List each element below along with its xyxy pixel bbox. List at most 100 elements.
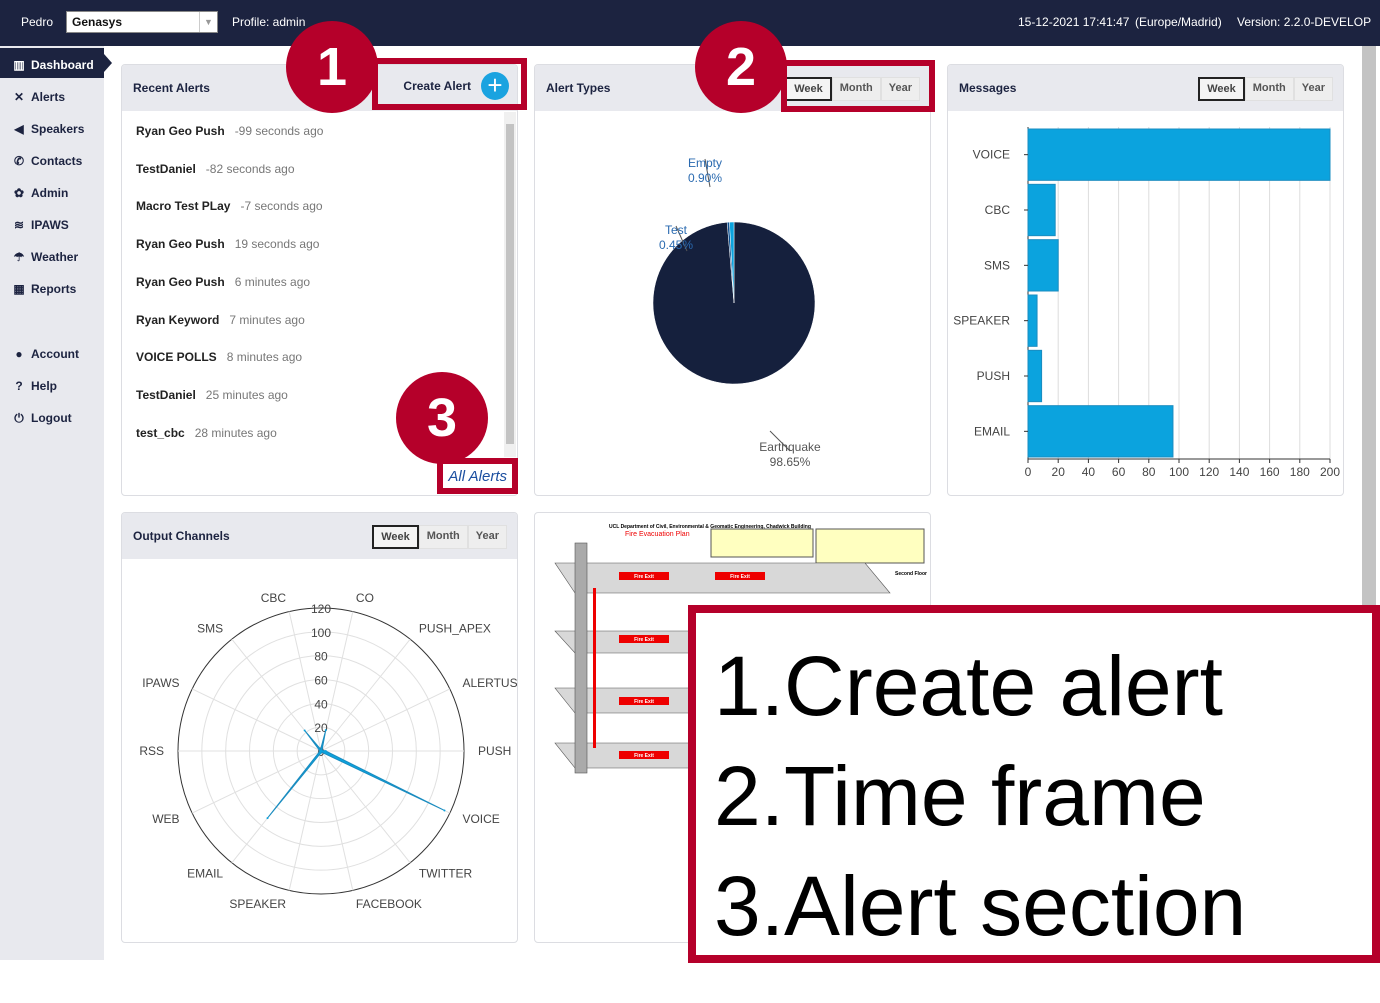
bar-chart-icon: ▥ [13,58,25,72]
help-icon: ? [15,379,23,393]
alert-list-item[interactable]: Ryan Keyword 7 minutes ago [136,313,305,327]
panel-title: Alert Types [546,81,611,95]
fire-exit-label: Fire Exit [634,699,654,705]
bar-speaker[interactable] [1027,294,1038,347]
alert-list-item[interactable]: test_cbc 28 minutes ago [136,426,277,440]
sidebar-item-label: IPAWS [31,218,69,232]
annotation-box-2 [781,60,935,112]
organization-select[interactable]: Genasys ▼ [66,11,218,33]
sidebar-item-alerts[interactable]: ✕ Alerts [0,80,104,110]
radar-spoke [191,750,322,814]
alert-time: 28 minutes ago [194,425,277,440]
radar-r-tick-label: 40 [314,697,328,711]
sidebar-item-logout[interactable]: ⏻ Logout [0,401,104,431]
sidebar-item-label: Reports [31,282,77,296]
year-button[interactable]: Year [1293,77,1333,101]
alert-time: -82 seconds ago [205,161,295,176]
radar-point-co[interactable] [324,729,327,732]
sidebar-item-contacts[interactable]: ✆ Contacts [0,144,104,174]
alert-list-item[interactable]: Macro Test PLay -7 seconds ago [136,199,323,213]
bar-cbc[interactable] [1027,183,1056,237]
profile-label: Profile: admin [232,15,306,29]
sidebar-item-dashboard[interactable]: ▥ Dashboard [0,48,112,78]
y-tick-label: CBC [985,203,1011,217]
month-button[interactable]: Month [418,525,468,549]
output-channels-radar-chart: CBC CO PUSH_APEX ALERTUS PUSH VOICE TWITTER FAC… [139,591,517,911]
week-button[interactable]: Week [1198,77,1245,101]
alert-list-item[interactable]: Ryan Geo Push -99 seconds ago [136,124,323,138]
sidebar-item-ipaws[interactable]: ≋ IPAWS [0,208,104,238]
y-tick-label: SMS [984,258,1010,272]
radar-r-tick-label: 120 [311,602,331,616]
x-tick-label: 20 [1052,465,1066,479]
sidebar-item-label: Help [31,379,58,393]
radar-point-voice[interactable] [443,809,446,812]
floorplan-subtitle: Fire Evacuation Plan [625,531,690,538]
sidebar-item-label: Logout [31,411,72,425]
umbrella-icon: ☂ [13,250,25,264]
phone-icon: ✆ [13,154,25,168]
fire-exit-label: Fire Exit [634,574,654,580]
radar-point-ipaws[interactable] [320,750,322,752]
legend-line: 1.Create alert [714,639,1223,733]
alert-time: -7 seconds ago [240,199,323,214]
power-icon: ⏻ [14,411,24,425]
radar-axis-label: FACEBOOK [356,897,422,911]
pie-label-value: 0.90% [688,171,722,185]
alert-name: VOICE POLLS [136,350,217,365]
alert-name: TestDaniel [136,387,196,402]
pie-label-value: 98.65% [770,455,811,469]
alert-list-item[interactable]: TestDaniel -82 seconds ago [136,162,295,176]
alert-name: Ryan Geo Push [136,237,225,252]
pie-label-name: Test [665,223,688,237]
bar-voice[interactable] [1027,128,1331,181]
x-tick-label: 140 [1229,465,1249,479]
year-button[interactable]: Year [467,525,507,549]
sidebar-item-label: Weather [31,250,79,264]
datetime: 15-12-2021 17:41:47 [1018,15,1130,29]
radar-point-push[interactable] [324,750,327,752]
radar-axis-label: VOICE [462,812,499,826]
bar-sms[interactable] [1027,239,1059,292]
bar-push[interactable] [1027,349,1043,403]
sidebar-item-reports[interactable]: ▦ Reports [0,272,104,302]
alerts-scrollbar[interactable] [504,112,516,457]
messages-panel: Messages Week Month Year 0 20 40 60 80 100 120 14… [947,64,1344,496]
y-tick-label: VOICE [973,148,1010,162]
gear-icon: ✿ [13,186,25,200]
sidebar: ▥ Dashboard ✕ Alerts ◀ Speakers ✆ Contacts ✿ Admi… [0,46,112,960]
alert-list-item[interactable]: VOICE POLLS 8 minutes ago [136,350,302,364]
sidebar-item-admin[interactable]: ✿ Admin [0,176,104,206]
page-scrollbar[interactable] [1362,46,1376,606]
alert-list-item[interactable]: Ryan Geo Push 6 minutes ago [136,275,310,289]
x-tick-label: 180 [1290,465,1310,479]
alert-list-item[interactable]: Ryan Geo Push 19 seconds ago [136,237,319,251]
fire-exit-label: Fire Exit [730,574,750,580]
week-button[interactable]: Week [372,525,419,549]
x-tick-label: 160 [1260,465,1280,479]
annotation-box-1 [372,58,527,110]
alert-time: 25 minutes ago [205,387,288,402]
sidebar-item-weather[interactable]: ☂ Weather [0,240,104,270]
bar-email[interactable] [1027,405,1174,458]
radar-axis-label: WEB [152,812,179,826]
alert-types-panel: Alert Types Week Month Year Earthquake 98.6… [534,64,931,496]
annotation-marker-3: 3 [396,372,488,464]
wifi-icon: ≋ [13,218,25,232]
alert-name: TestDaniel [136,161,196,176]
sidebar-item-label: Contacts [31,154,83,168]
radar-point-sms[interactable] [303,729,306,732]
sidebar-item-help[interactable]: ? Help [0,369,104,399]
sidebar-item-speakers[interactable]: ◀ Speakers [0,112,104,142]
sidebar-item-account[interactable]: ● Account [0,337,104,367]
radar-r-tick-label: 20 [314,721,328,735]
alert-list-item[interactable]: TestDaniel 25 minutes ago [136,388,288,402]
alert-types-pie-chart: Earthquake98.65% Test0.45% Empty0.90% [652,156,821,469]
alert-time: 6 minutes ago [234,274,311,289]
radar-point-email[interactable] [266,817,269,820]
radar-point-speaker[interactable] [319,752,322,755]
user-icon: ● [15,347,23,361]
month-button[interactable]: Month [1244,77,1294,101]
sidebar-item-label: Dashboard [31,58,94,72]
radar-spoke [191,688,322,752]
